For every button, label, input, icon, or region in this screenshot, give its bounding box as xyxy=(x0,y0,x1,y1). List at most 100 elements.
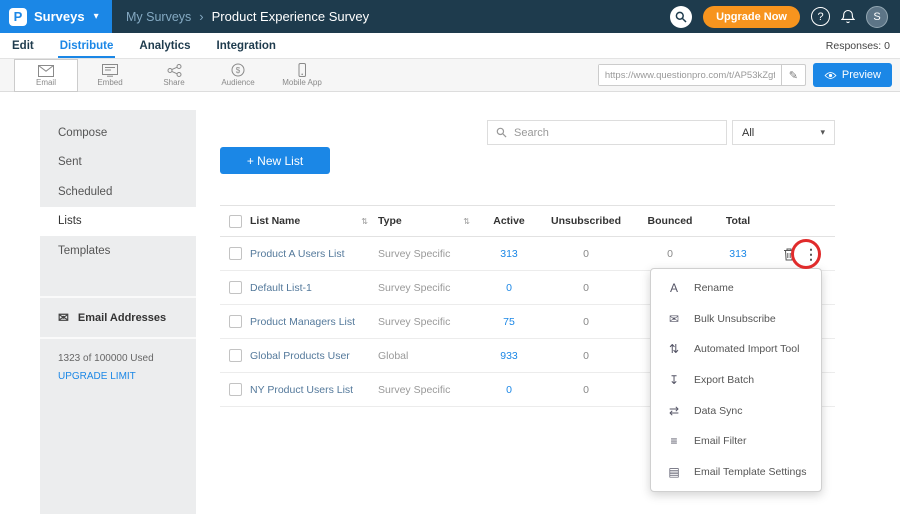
search-icon xyxy=(496,127,507,138)
menu-item-bulk-unsubscribe[interactable]: ✉ Bulk Unsubscribe xyxy=(651,304,821,335)
sort-icon[interactable]: ⇅ xyxy=(463,217,470,226)
edit-url-button[interactable]: ✎ xyxy=(781,65,805,85)
menu-item-export-batch[interactable]: ↧ Export Batch xyxy=(651,365,821,396)
list-type-filter[interactable]: All ▾ xyxy=(732,120,835,145)
delete-list-button[interactable] xyxy=(783,247,795,261)
topbar-actions: Upgrade Now ? S xyxy=(670,6,900,28)
embed-icon xyxy=(102,63,118,77)
list-name-link[interactable]: NY Product Users List xyxy=(250,384,378,396)
page-title: Product Experience Survey xyxy=(212,9,370,24)
row-checkbox[interactable] xyxy=(229,247,242,260)
upgrade-now-button[interactable]: Upgrade Now xyxy=(703,6,800,28)
channel-audience[interactable]: $ Audience xyxy=(206,59,270,92)
active-count-link[interactable]: 933 xyxy=(480,350,538,362)
preview-button[interactable]: Preview xyxy=(813,63,892,87)
channel-share-label: Share xyxy=(163,78,184,87)
tab-analytics[interactable]: Analytics xyxy=(137,33,192,58)
channel-embed[interactable]: Embed xyxy=(78,59,142,92)
menu-item-rename[interactable]: A Rename xyxy=(651,273,821,304)
col-active: Active xyxy=(480,215,538,227)
list-type: Survey Specific xyxy=(378,282,480,294)
channel-mobile-label: Mobile App xyxy=(282,78,322,87)
row-checkbox[interactable] xyxy=(229,281,242,294)
sidebar-item-lists[interactable]: Lists xyxy=(40,207,196,237)
list-type: Survey Specific xyxy=(378,248,480,260)
topbar: P Surveys ▾ My Surveys › Product Experie… xyxy=(0,0,900,33)
bounced-count: 0 xyxy=(634,248,706,260)
email-addresses-header: ✉ Email Addresses xyxy=(40,298,196,339)
svg-text:$: $ xyxy=(236,66,241,75)
email-addresses-title: Email Addresses xyxy=(78,312,166,324)
unsubscribed-count: 0 xyxy=(538,384,634,396)
list-filters: All ▾ xyxy=(220,120,835,145)
list-search-box xyxy=(487,120,727,145)
select-all-checkbox[interactable] xyxy=(229,215,242,228)
list-name-link[interactable]: Default List-1 xyxy=(250,282,378,294)
list-name-link[interactable]: Product Managers List xyxy=(250,316,378,328)
menu-item-label: Data Sync xyxy=(694,405,742,417)
bell-icon xyxy=(841,9,855,24)
sidebar-item-scheduled[interactable]: Scheduled xyxy=(40,177,196,207)
row-more-actions-button[interactable]: ⋮ xyxy=(804,247,818,261)
tab-integration[interactable]: Integration xyxy=(215,33,278,58)
row-checkbox[interactable] xyxy=(229,349,242,362)
list-type: Survey Specific xyxy=(378,316,480,328)
email-template-settings-icon: ▤ xyxy=(667,465,681,479)
tab-distribute[interactable]: Distribute xyxy=(58,33,116,58)
menu-item-email-filter[interactable]: ≡ Email Filter xyxy=(651,426,821,457)
channel-share[interactable]: Share xyxy=(142,59,206,92)
notifications-button[interactable] xyxy=(841,9,855,24)
row-checkbox[interactable] xyxy=(229,383,242,396)
questionpro-logo-icon: P xyxy=(9,8,27,26)
list-name-link[interactable]: Product A Users List xyxy=(250,248,378,260)
channel-audience-label: Audience xyxy=(221,78,254,87)
list-type: Survey Specific xyxy=(378,384,480,396)
list-search-input[interactable] xyxy=(514,127,718,139)
active-count-link[interactable]: 0 xyxy=(480,384,538,396)
global-search-button[interactable] xyxy=(670,6,692,28)
active-count-link[interactable]: 75 xyxy=(480,316,538,328)
channel-email-label: Email xyxy=(36,78,56,87)
new-list-button[interactable]: + New List xyxy=(220,147,330,174)
upgrade-limit-link[interactable]: UPGRADE LIMIT xyxy=(40,364,196,382)
share-icon xyxy=(167,63,182,77)
distribute-toolbar: Email Embed Share $ Audience Mobile App … xyxy=(0,59,900,92)
menu-item-email-template-settings[interactable]: ▤ Email Template Settings xyxy=(651,457,821,488)
unsubscribed-count: 0 xyxy=(538,282,634,294)
responses-count: Responses: 0 xyxy=(826,33,890,58)
menu-item-automated-import-tool[interactable]: ⇅ Automated Import Tool xyxy=(651,334,821,365)
channel-mobile-app[interactable]: Mobile App xyxy=(270,59,334,92)
user-avatar[interactable]: S xyxy=(866,6,888,28)
sort-icon[interactable]: ⇅ xyxy=(361,217,368,226)
menu-item-label: Rename xyxy=(694,282,734,294)
unsubscribed-count: 0 xyxy=(538,316,634,328)
surveys-menu[interactable]: P Surveys ▾ xyxy=(0,0,112,33)
menu-item-data-sync[interactable]: ⇄ Data Sync xyxy=(651,395,821,426)
row-checkbox[interactable] xyxy=(229,315,242,328)
menu-item-label: Bulk Unsubscribe xyxy=(694,313,776,325)
preview-label: Preview xyxy=(842,69,881,81)
active-count-link[interactable]: 0 xyxy=(480,282,538,294)
email-addresses-section: ✉ Email Addresses 1323 of 100000 Used UP… xyxy=(40,296,196,382)
survey-url-input[interactable] xyxy=(599,65,781,85)
col-total: Total xyxy=(706,215,770,227)
tab-edit[interactable]: Edit xyxy=(10,33,36,58)
app-window: P Surveys ▾ My Surveys › Product Experie… xyxy=(0,0,900,514)
menu-item-label: Automated Import Tool xyxy=(694,343,799,355)
active-count-link[interactable]: 313 xyxy=(480,248,538,260)
bulk-unsubscribe-icon: ✉ xyxy=(667,312,681,326)
pencil-icon: ✎ xyxy=(789,69,798,82)
col-list-name: List Name xyxy=(250,215,300,227)
sidebar-item-compose[interactable]: Compose xyxy=(40,118,196,148)
breadcrumb-my-surveys[interactable]: My Surveys xyxy=(126,10,191,24)
survey-url-area: ✎ Preview xyxy=(598,63,892,87)
list-name-link[interactable]: Global Products User xyxy=(250,350,378,362)
menu-item-label: Export Batch xyxy=(694,374,754,386)
sidebar-item-sent[interactable]: Sent xyxy=(40,148,196,178)
sidebar-item-templates[interactable]: Templates xyxy=(40,236,196,266)
channel-email[interactable]: Email xyxy=(14,59,78,92)
help-button[interactable]: ? xyxy=(811,7,830,26)
total-count-link[interactable]: 313 xyxy=(706,248,770,260)
eye-icon xyxy=(824,71,837,80)
unsubscribed-count: 0 xyxy=(538,350,634,362)
